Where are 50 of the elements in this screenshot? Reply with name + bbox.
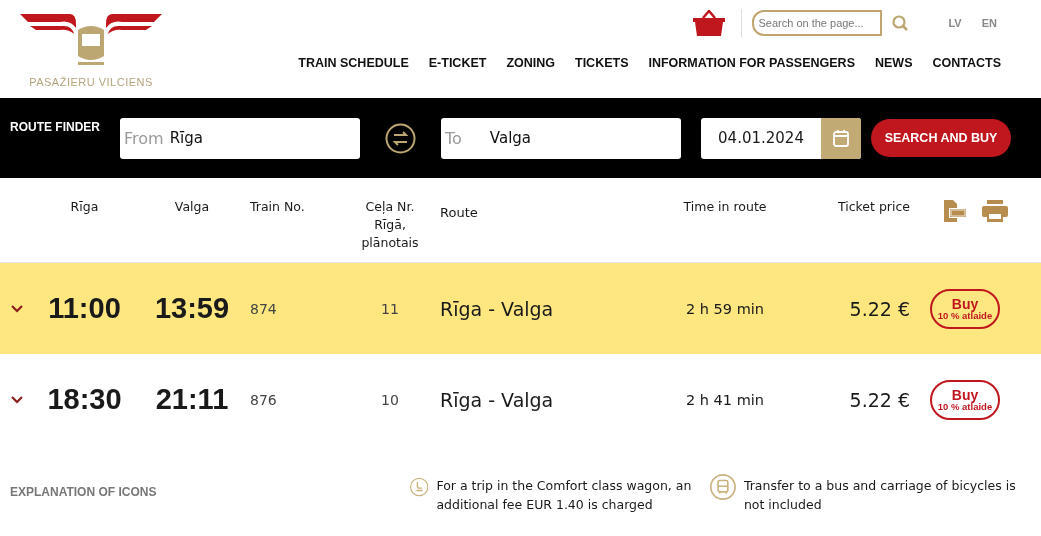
bus-icon — [710, 471, 736, 503]
track-number: 10 — [380, 391, 400, 408]
departure-time: 18:30 — [46, 383, 123, 416]
ticket-price: 5.22 € — [848, 388, 911, 411]
swap-icon[interactable] — [385, 122, 416, 154]
nav-link[interactable]: TICKETS — [575, 56, 629, 70]
to-field[interactable]: To Valga — [441, 117, 681, 159]
column-header: Rīga — [69, 198, 100, 216]
icon-explanation: For a trip in the Comfort class wagon, an additional fee EUR 1.40 is charged — [436, 477, 693, 514]
track-number: 11 — [380, 300, 400, 317]
column-header: Ceļa Nr. Rīgā, plānotais — [360, 198, 420, 252]
route-finder-label: ROUTE FINDER — [9, 120, 101, 134]
column-header: Route — [440, 204, 479, 222]
from-field[interactable]: From Rīga — [120, 117, 360, 159]
schedule-row[interactable]: 18:30 21:11 876 10 Rīga - Valga 2 h 41 min 5.22 € Buy 10 % atlaide — [0, 354, 1041, 445]
nav-link[interactable]: INFORMATION FOR PASSENGERS — [648, 56, 855, 70]
nav-link[interactable]: E-TICKET — [428, 56, 487, 70]
section-title: EXPLANATION OF ICONS — [9, 484, 158, 499]
train-number: 874 — [249, 300, 278, 317]
caret-icon[interactable] — [11, 395, 23, 404]
column-header: Ticket price — [836, 198, 911, 216]
buy-button[interactable]: Buy 10 % atlaide — [930, 379, 1000, 420]
arrival-time: 21:11 — [154, 383, 230, 416]
column-header: Time in route — [682, 198, 768, 216]
nav-link[interactable]: TRAIN SCHEDULE — [298, 56, 409, 70]
route-name: Rīga - Valga — [440, 388, 555, 411]
buy-button[interactable]: Buy 10 % atlaide — [930, 288, 1000, 329]
print-icon[interactable] — [982, 200, 1008, 222]
train-number: 876 — [249, 391, 278, 408]
search-and-buy-button[interactable]: SEARCH AND BUY — [871, 119, 1011, 157]
arrival-time: 13:59 — [153, 292, 231, 325]
schedule-row[interactable]: 11:00 13:59 874 11 Rīga - Valga 2 h 59 min 5.22 € Buy 10 % atlaide — [0, 263, 1041, 354]
nav-link[interactable]: ZONING — [506, 56, 555, 70]
basket-icon[interactable] — [693, 10, 726, 36]
search-field[interactable]: Search on the page... — [752, 10, 883, 36]
route-name: Rīga - Valga — [440, 297, 555, 320]
duration: 2 h 41 min — [684, 391, 765, 408]
pdf-icon[interactable] — [944, 200, 966, 222]
icon-explanation: Transfer to a bus and carriage of bicycles is not included — [743, 477, 1017, 514]
departure-time: 11:00 — [47, 292, 122, 325]
column-header: Train No. — [249, 198, 306, 216]
date-field[interactable]: 04.01.2024 — [701, 117, 861, 159]
language-link[interactable]: LV — [948, 17, 962, 29]
column-header: Valga — [173, 198, 211, 216]
nav-link[interactable]: NEWS — [875, 56, 913, 70]
language-link[interactable]: EN — [981, 17, 997, 29]
caret-icon[interactable] — [11, 304, 23, 313]
nav-link[interactable]: CONTACTS — [932, 56, 1001, 70]
ticket-price: 5.22 € — [848, 297, 911, 320]
duration: 2 h 59 min — [684, 300, 765, 317]
